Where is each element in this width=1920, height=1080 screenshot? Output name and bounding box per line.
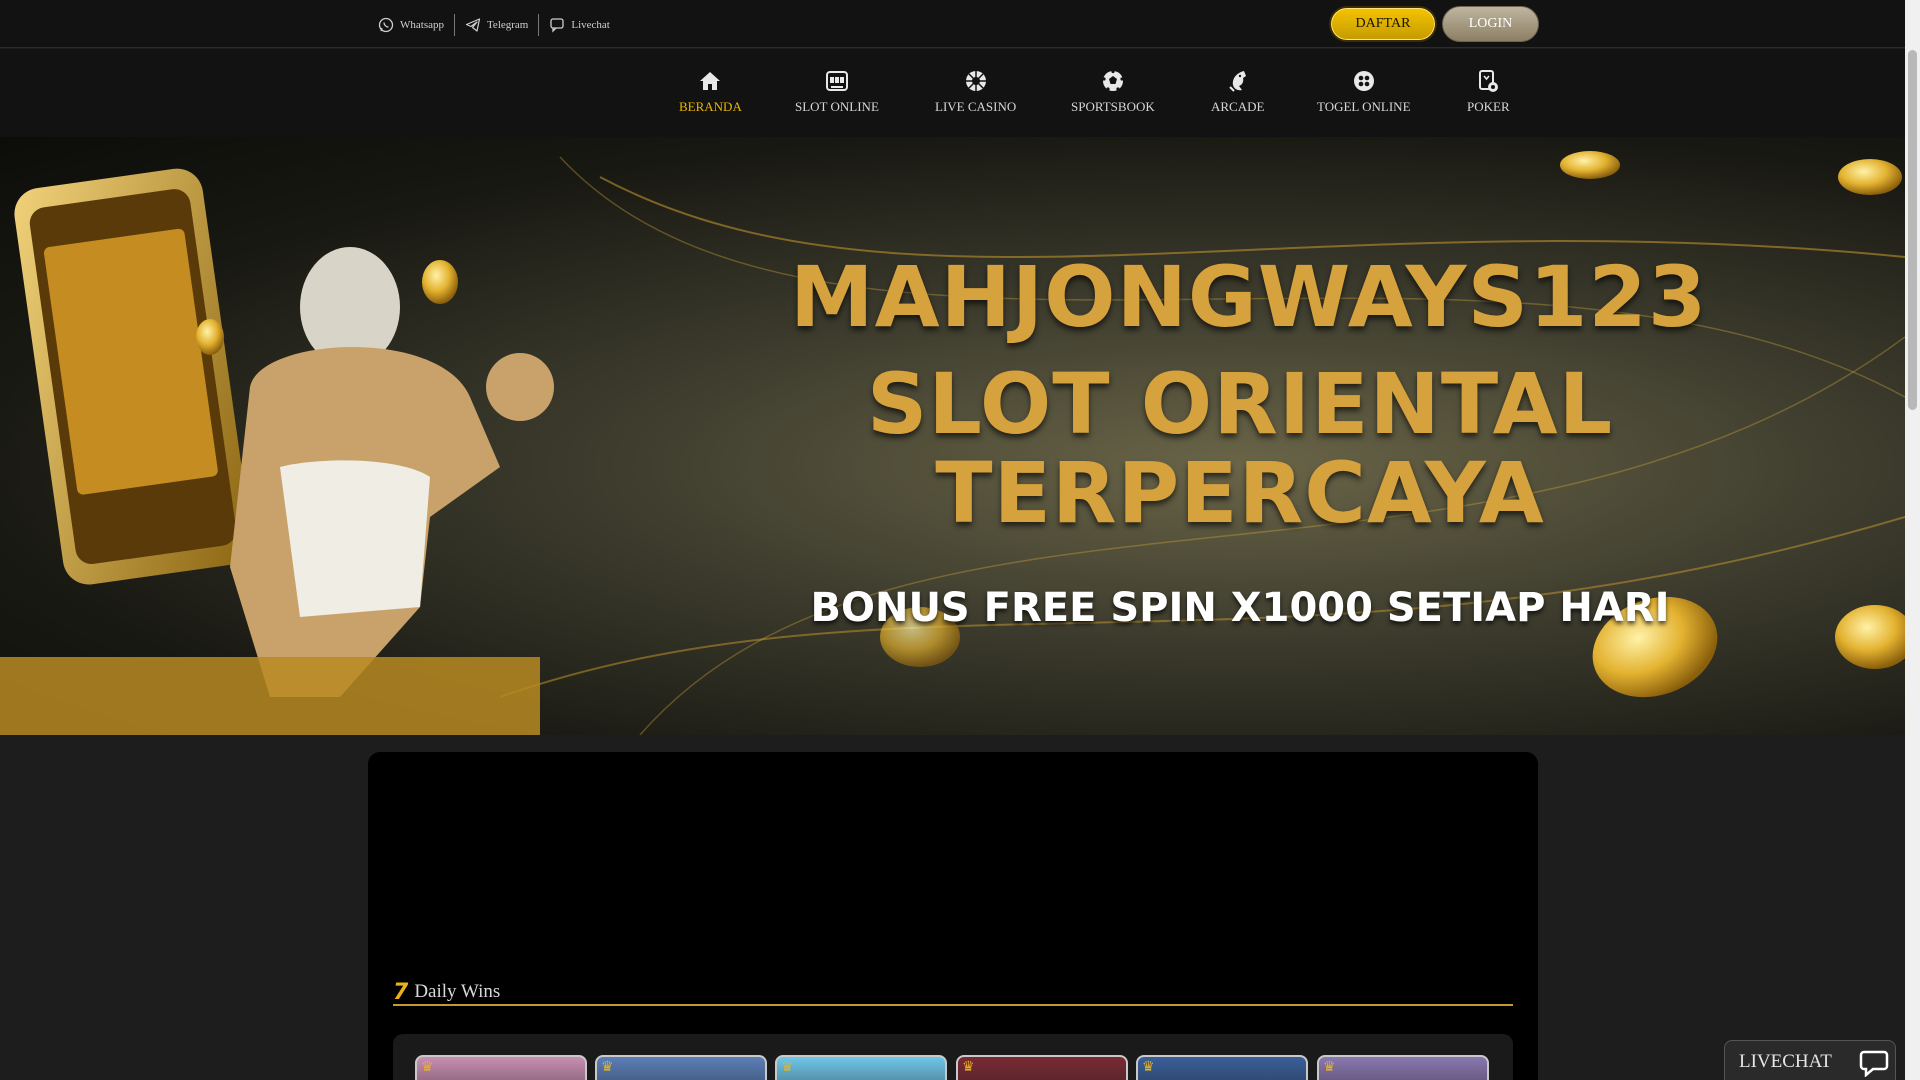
nav-item-sportsbook[interactable]: SPORTSBOOK bbox=[1071, 67, 1155, 115]
contact-links: Whatsapp Telegram Livechat bbox=[368, 14, 620, 36]
banner-title-line-3: TERPERCAYA bbox=[935, 444, 1545, 542]
auth-buttons: DAFTAR LOGIN bbox=[1329, 6, 1539, 42]
livechat-widget[interactable]: LIVECHAT bbox=[1724, 1040, 1896, 1080]
daily-wins-title: Daily Wins bbox=[414, 981, 501, 1002]
roulette-icon bbox=[965, 71, 986, 91]
content-panel: 7 Daily Wins ♛ ♛ ♛ ♛ ♛ ♛ bbox=[368, 752, 1538, 1080]
hero-banner: MAHJONGWAYS123 SLOT ORIENTAL TERPERCAYA … bbox=[0, 137, 1905, 735]
banner-title-line-1: MAHJONGWAYS123 bbox=[790, 248, 1708, 346]
crown-icon: ♛ bbox=[601, 1060, 614, 1075]
banner-title: MAHJONGWAYS123 SLOT ORIENTAL TERPERCAYA bbox=[790, 248, 1708, 542]
game-thumbnail[interactable]: ♛ bbox=[1317, 1055, 1489, 1080]
lottery-ball-icon bbox=[1353, 71, 1374, 91]
top-bar: Whatsapp Telegram Livechat DAFTAR LOGIN bbox=[0, 0, 1905, 48]
game-thumbnail[interactable]: ♛ bbox=[415, 1055, 587, 1080]
crown-icon: ♛ bbox=[962, 1060, 975, 1075]
game-thumbnail[interactable]: ♛ bbox=[775, 1055, 947, 1080]
game-thumbnail[interactable]: ♛ bbox=[956, 1055, 1128, 1080]
banner-title-line-2: SLOT ORIENTAL bbox=[866, 355, 1614, 453]
daftar-button[interactable]: DAFTAR bbox=[1329, 6, 1437, 42]
nav-label: TOGEL ONLINE bbox=[1317, 99, 1411, 114]
telegram-icon bbox=[465, 18, 481, 32]
crown-icon: ♛ bbox=[421, 1060, 434, 1075]
telegram-label: Telegram bbox=[486, 19, 529, 31]
fish-icon bbox=[1229, 71, 1246, 92]
game-thumbnail[interactable]: ♛ bbox=[1136, 1055, 1308, 1080]
livechat-link[interactable]: Livechat bbox=[538, 14, 619, 36]
nav-item-live-casino[interactable]: LIVE CASINO bbox=[935, 67, 1016, 115]
whatsapp-link[interactable]: Whatsapp bbox=[368, 14, 454, 36]
main-nav: BERANDA SLOT ONLINE LIVE CASINO SPORTSBO… bbox=[0, 49, 1905, 137]
daily-wins-list: ♛ ♛ ♛ ♛ ♛ ♛ bbox=[393, 1034, 1513, 1080]
whatsapp-label: Whatsapp bbox=[400, 19, 444, 31]
banner-subtitle: BONUS FREE SPIN X1000 SETIAP HARI bbox=[810, 585, 1670, 631]
chat-bubble-icon bbox=[1859, 1050, 1889, 1077]
nav-item-slot-online[interactable]: SLOT ONLINE bbox=[795, 67, 879, 115]
soccer-ball-icon bbox=[1102, 69, 1124, 91]
crown-icon: ♛ bbox=[1142, 1060, 1155, 1075]
nav-item-poker[interactable]: POKER bbox=[1467, 67, 1510, 115]
nav-label: ARCADE bbox=[1211, 99, 1265, 114]
nav-item-arcade[interactable]: ARCADE bbox=[1211, 67, 1264, 115]
poker-cards-icon bbox=[1479, 70, 1499, 92]
livechat-label: Livechat bbox=[571, 19, 610, 31]
nav-label: SLOT ONLINE bbox=[795, 99, 879, 114]
nav-item-beranda[interactable]: BERANDA bbox=[679, 67, 742, 115]
crown-icon: ♛ bbox=[781, 1060, 794, 1075]
login-button[interactable]: LOGIN bbox=[1442, 6, 1539, 42]
slot-machine-icon bbox=[825, 71, 848, 91]
crown-icon: ♛ bbox=[1323, 1060, 1336, 1075]
seven-icon: 7 bbox=[393, 979, 409, 1005]
scrollbar-thumb[interactable] bbox=[1908, 50, 1917, 410]
nav-item-togel-online[interactable]: TOGEL ONLINE bbox=[1317, 67, 1411, 115]
game-thumbnail[interactable]: ♛ bbox=[595, 1055, 767, 1080]
nav-label: BERANDA bbox=[679, 99, 742, 114]
whatsapp-icon bbox=[378, 17, 394, 33]
telegram-link[interactable]: Telegram bbox=[453, 14, 538, 36]
nav-label: SPORTSBOOK bbox=[1071, 99, 1155, 114]
daily-wins-header: 7 Daily Wins bbox=[393, 980, 1513, 1006]
nav-label: POKER bbox=[1467, 99, 1510, 114]
home-icon bbox=[700, 72, 721, 90]
chat-bubble-icon bbox=[550, 18, 565, 33]
nav-label: LIVE CASINO bbox=[935, 99, 1017, 114]
livechat-widget-label: LIVECHAT bbox=[1739, 1051, 1832, 1072]
page-scrollbar[interactable] bbox=[1905, 0, 1920, 1080]
